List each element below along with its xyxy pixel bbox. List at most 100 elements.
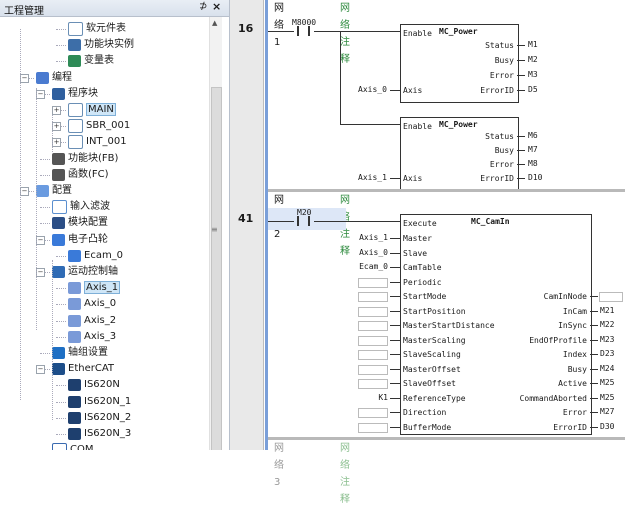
tree-item-is620n-3[interactable]: IS620N_3 (68, 426, 131, 442)
output-argument[interactable]: M27 (600, 407, 614, 416)
wire (517, 150, 525, 151)
network-comment[interactable]: 网络注释 (340, 0, 350, 68)
network-comment[interactable]: 网络注释 (340, 440, 350, 508)
empty-input-field[interactable] (358, 408, 388, 418)
input-argument[interactable]: Axis_0 (359, 248, 388, 257)
tree-item-[interactable]: 模块配置 (52, 215, 108, 231)
wire (390, 398, 400, 399)
tree-item-axis-0[interactable]: Axis_0 (68, 296, 116, 312)
output-argument[interactable]: M2 (528, 55, 538, 64)
empty-input-field[interactable] (358, 307, 388, 317)
tree-item-[interactable]: 配置 (36, 183, 72, 199)
ladder-editor[interactable]: 16 41 网络1 网络注释 M8000 Enable MC_Power Sta… (230, 0, 625, 505)
empty-input-field[interactable] (358, 321, 388, 331)
function-icon (52, 169, 65, 181)
scroll-up-arrow-icon[interactable]: ▲ (212, 19, 217, 27)
expand-icon[interactable]: + (52, 106, 61, 115)
program-icon (68, 135, 83, 149)
output-argument[interactable]: D23 (600, 349, 614, 358)
collapse-icon[interactable]: − (20, 187, 29, 196)
output-argument[interactable]: D30 (600, 422, 614, 431)
tree-item-[interactable]: 变量表 (68, 53, 114, 69)
wire (390, 325, 400, 326)
expand-icon[interactable]: + (52, 138, 61, 147)
tree-item-label: IS620N_3 (84, 428, 132, 439)
output-argument[interactable]: M22 (600, 320, 614, 329)
input-argument[interactable]: Ecam_0 (359, 262, 388, 271)
empty-input-field[interactable] (358, 379, 388, 389)
tree-item-[interactable]: 电子凸轮 (52, 232, 108, 248)
output-argument[interactable]: M8 (528, 159, 538, 168)
pin-icon[interactable]: ⊅ (199, 1, 207, 12)
tree-connector-line (56, 45, 66, 46)
tree-item-label: 程序块 (68, 88, 98, 99)
output-argument[interactable]: M6 (528, 131, 538, 140)
tree-item-label: Axis_3 (84, 331, 117, 342)
output-argument[interactable]: M1 (528, 40, 538, 49)
empty-input-field[interactable] (358, 365, 388, 375)
tree-item-com[interactable]: COM (52, 442, 93, 450)
expand-icon[interactable]: + (52, 122, 61, 131)
tree-connector-line (40, 353, 50, 354)
collapse-icon[interactable]: − (36, 268, 45, 277)
input-argument[interactable]: K1 (378, 393, 388, 402)
execute-pin: Execute (403, 219, 437, 228)
tree-item-[interactable]: 软元件表 (68, 21, 126, 37)
collapse-icon[interactable]: − (36, 236, 45, 245)
vertical-scrollbar[interactable]: ▲ ≡ (209, 17, 222, 450)
output-argument[interactable]: M25 (600, 378, 614, 387)
tree-item-axis-3[interactable]: Axis_3 (68, 329, 116, 345)
wire (390, 296, 400, 297)
output-argument[interactable]: M24 (600, 364, 614, 373)
tree-item-[interactable]: 程序块 (52, 86, 98, 102)
tree-item-is620n-1[interactable]: IS620N_1 (68, 394, 131, 410)
tree-item-fc[interactable]: 函数(FC) (52, 167, 109, 183)
tree-item-[interactable]: 运动控制轴 (52, 264, 118, 280)
tree-item-label: INT_001 (86, 136, 127, 147)
tree-item-label: Axis_0 (84, 298, 117, 309)
tree-item-sbr-001[interactable]: SBR_001 (68, 118, 130, 134)
input-argument[interactable]: Axis_0 (358, 85, 387, 94)
tree-item-axis-1[interactable]: Axis_1 (68, 280, 121, 296)
mc-camin-block[interactable]: Execute MC_CamIn Master Slave CamTable Peri… (400, 214, 592, 435)
tree-item-[interactable]: 功能块实例 (68, 37, 134, 53)
tree-item-ethercat[interactable]: EtherCAT (52, 361, 114, 377)
empty-input-field[interactable] (358, 336, 388, 346)
empty-input-field[interactable] (358, 350, 388, 360)
contact-bar (308, 216, 310, 226)
tree-item-fb[interactable]: 功能块(FB) (52, 151, 118, 167)
tree-item-is620n[interactable]: IS620N (68, 377, 120, 393)
collapse-icon[interactable]: − (36, 90, 45, 99)
mc-power-block[interactable]: Enable MC_Power Status Busy Error Axis E… (400, 117, 519, 191)
empty-input-field[interactable] (358, 423, 388, 433)
output-argument[interactable]: M25 (600, 393, 614, 402)
wire (340, 31, 341, 124)
mc-power-block[interactable]: Enable MC_Power Status Busy Error Axis E… (400, 24, 519, 103)
tree-item-int-001[interactable]: INT_001 (68, 134, 127, 150)
tree-item-[interactable]: 编程 (36, 70, 72, 86)
tree-item-[interactable]: 输入滤波 (52, 199, 110, 215)
output-argument[interactable]: D5 (528, 85, 538, 94)
close-icon[interactable]: × (212, 0, 221, 13)
output-pin: Busy (494, 146, 514, 155)
tree-item-[interactable]: 轴组设置 (52, 345, 108, 361)
input-argument[interactable]: Axis_1 (359, 233, 388, 242)
empty-input-field[interactable] (358, 292, 388, 302)
output-argument[interactable]: M21 (600, 306, 614, 315)
tree-item-axis-2[interactable]: Axis_2 (68, 313, 116, 329)
output-argument[interactable]: M23 (600, 335, 614, 344)
empty-output-field[interactable] (599, 292, 623, 302)
normally-open-contact[interactable] (294, 216, 314, 226)
collapse-icon[interactable]: − (20, 74, 29, 83)
normally-open-contact[interactable] (294, 26, 314, 36)
input-argument[interactable]: Axis_1 (358, 173, 387, 182)
output-argument[interactable]: M3 (528, 70, 538, 79)
scrollbar-thumb[interactable] (211, 87, 222, 450)
tree-item-is620n-2[interactable]: IS620N_2 (68, 410, 131, 426)
output-argument[interactable]: M7 (528, 145, 538, 154)
tree-item-ecam-0[interactable]: Ecam_0 (68, 248, 123, 264)
tree-item-main[interactable]: MAIN (68, 102, 116, 118)
output-argument[interactable]: D10 (528, 173, 542, 182)
collapse-icon[interactable]: − (36, 365, 45, 374)
empty-input-field[interactable] (358, 278, 388, 288)
